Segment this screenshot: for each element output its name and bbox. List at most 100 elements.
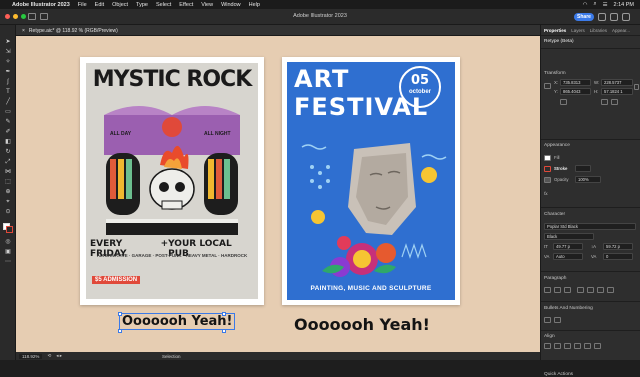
align-objects-right-icon[interactable] xyxy=(564,343,571,349)
magic-wand-icon[interactable]: ✧ xyxy=(4,59,12,66)
align-objects-bottom-icon[interactable] xyxy=(594,343,601,349)
rotate-tool-icon[interactable]: ↻ xyxy=(4,149,12,156)
tab-properties[interactable]: Properties xyxy=(544,28,566,33)
tracking-input[interactable]: 0 xyxy=(603,253,633,260)
selection-handle-bottom-right[interactable] xyxy=(222,329,226,333)
align-center-icon[interactable] xyxy=(554,287,561,293)
rock-poster-left-tag: ALL DAY xyxy=(110,131,132,137)
screen-mode-icon[interactable]: ▣ xyxy=(4,249,12,256)
align-objects-top-icon[interactable] xyxy=(574,343,581,349)
align-objects-left-icon[interactable] xyxy=(544,343,551,349)
selection-handle-bottom-left[interactable] xyxy=(118,329,122,333)
fill-color-swatch[interactable] xyxy=(544,155,551,161)
menu-view[interactable]: View xyxy=(201,2,213,8)
pen-tool-icon[interactable]: ✒ xyxy=(4,69,12,76)
menu-effect[interactable]: Effect xyxy=(179,2,193,8)
kerning-select[interactable]: Auto xyxy=(553,253,583,260)
workspace-switcher-icon[interactable] xyxy=(610,13,618,21)
menu-select[interactable]: Select xyxy=(156,2,171,8)
type-tool-icon[interactable]: T xyxy=(4,89,12,96)
reference-point-icon[interactable] xyxy=(544,83,551,89)
align-right-icon[interactable] xyxy=(564,287,571,293)
font-size-input[interactable]: 49.77 p xyxy=(553,243,583,250)
stroke-swatch[interactable] xyxy=(6,226,13,233)
font-family-select[interactable]: Poplar Std Black xyxy=(544,223,636,230)
paintbrush-tool-icon[interactable]: ✎ xyxy=(4,119,12,126)
draw-mode-icon[interactable]: ◎ xyxy=(4,239,12,246)
menu-edit[interactable]: Edit xyxy=(95,2,104,8)
rock-poster-genres: ALTERNATIVE · GARAGE · POST-PUNK · HEAVY… xyxy=(96,253,248,258)
selected-caption-text[interactable]: Ooooooh Yeah! xyxy=(118,313,236,330)
fx-button[interactable]: fx. xyxy=(544,191,549,196)
bullets-section-title: Bullets And Numbering xyxy=(544,306,593,311)
search-icon[interactable]: ⌕ xyxy=(593,1,596,8)
selection-handle-top-left[interactable] xyxy=(118,312,122,316)
tracking-icon: VA xyxy=(591,254,597,259)
app-menu[interactable]: Adobe Illustrator 2023 xyxy=(12,2,70,8)
clock[interactable]: 2:14 PM xyxy=(614,2,634,8)
bullets-icon[interactable] xyxy=(544,317,551,323)
status-mode[interactable]: Selection xyxy=(162,354,181,359)
artboard-canvas[interactable]: MYSTIC ROCK ALL DAY ALL NIGHT EVERY FRID… xyxy=(16,36,540,352)
share-button[interactable]: Share xyxy=(574,13,594,21)
zoom-level[interactable]: 118.92% xyxy=(19,353,43,359)
flip-vertical-icon[interactable] xyxy=(611,99,618,105)
numbering-icon[interactable] xyxy=(554,317,561,323)
tab-layers[interactable]: Layers xyxy=(571,28,585,33)
menu-window[interactable]: Window xyxy=(221,2,241,8)
w-input[interactable]: 228.5737 xyxy=(601,79,633,86)
width-tool-icon[interactable]: ⋈ xyxy=(4,169,12,176)
selection-handle-top-right[interactable] xyxy=(222,312,226,316)
justify-center-icon[interactable] xyxy=(587,287,594,293)
y-input[interactable]: 865.4043 xyxy=(560,88,591,95)
stroke-color-swatch[interactable] xyxy=(544,166,551,172)
rock-poster[interactable]: MYSTIC ROCK ALL DAY ALL NIGHT EVERY FRID… xyxy=(80,57,264,305)
stroke-label[interactable]: Stroke xyxy=(554,166,567,171)
search-help-icon[interactable] xyxy=(622,13,630,21)
x-input[interactable]: 735.8313 xyxy=(560,79,591,86)
justify-all-icon[interactable] xyxy=(607,287,614,293)
eraser-tool-icon[interactable]: ◧ xyxy=(4,139,12,146)
selection-tool-icon[interactable]: ➤ xyxy=(4,39,12,46)
art-festival-poster[interactable]: ART FESTIVAL 05 october PAINTING, MUSIC … xyxy=(282,57,460,305)
align-objects-center-icon[interactable] xyxy=(554,343,561,349)
stroke-weight-input[interactable] xyxy=(575,165,591,172)
h-label: H: xyxy=(594,89,599,94)
flip-horizontal-icon[interactable] xyxy=(601,99,608,105)
close-tab-icon[interactable]: × xyxy=(22,28,25,34)
rotate-view-icon[interactable]: ⟲ xyxy=(47,353,51,359)
align-objects-middle-icon[interactable] xyxy=(584,343,591,349)
rotate-angle-icon[interactable] xyxy=(560,99,567,105)
justify-right-icon[interactable] xyxy=(597,287,604,293)
edit-toolbar-icon[interactable]: ⋯ xyxy=(4,259,12,266)
artboard-nav-icon[interactable]: ◂ ▸ xyxy=(56,353,62,359)
leading-input[interactable]: 59.72 p xyxy=(603,243,633,250)
wifi-icon[interactable]: ◠ xyxy=(583,2,588,8)
control-center-icon[interactable]: ☰ xyxy=(603,2,608,8)
direct-selection-tool-icon[interactable]: ⇲ xyxy=(4,49,12,56)
document-tab[interactable]: × Retype.aic* @ 118.92 % (RGB/Preview) xyxy=(22,27,118,35)
shaper-tool-icon[interactable]: ✐ xyxy=(4,129,12,136)
align-left-icon[interactable] xyxy=(544,287,551,293)
rectangle-tool-icon[interactable]: ▭ xyxy=(4,109,12,116)
justify-left-icon[interactable] xyxy=(577,287,584,293)
caption-text-right[interactable]: Ooooooh Yeah! xyxy=(294,315,430,334)
curvature-tool-icon[interactable]: ∫ xyxy=(4,79,12,86)
opacity-input[interactable]: 100% xyxy=(575,176,601,183)
free-transform-tool-icon[interactable]: ⬚ xyxy=(4,179,12,186)
h-input[interactable]: 57.1824 1 xyxy=(601,88,633,95)
menu-object[interactable]: Object xyxy=(112,2,128,8)
tab-appearance[interactable]: Appear... xyxy=(612,28,630,33)
zoom-tool-icon[interactable]: ⊙ xyxy=(4,209,12,216)
discover-icon[interactable] xyxy=(598,13,606,21)
eyedropper-tool-icon[interactable]: ⌖ xyxy=(4,199,12,206)
font-style-select[interactable]: Black xyxy=(544,233,594,240)
line-tool-icon[interactable]: ╱ xyxy=(4,99,12,106)
tab-libraries[interactable]: Libraries xyxy=(590,28,607,33)
menu-file[interactable]: File xyxy=(78,2,87,8)
menu-type[interactable]: Type xyxy=(136,2,148,8)
shape-builder-tool-icon[interactable]: ⊕ xyxy=(4,189,12,196)
constrain-proportions-icon[interactable] xyxy=(634,84,639,90)
scale-tool-icon[interactable]: ⤢ xyxy=(4,159,12,166)
menu-help[interactable]: Help xyxy=(249,2,260,8)
